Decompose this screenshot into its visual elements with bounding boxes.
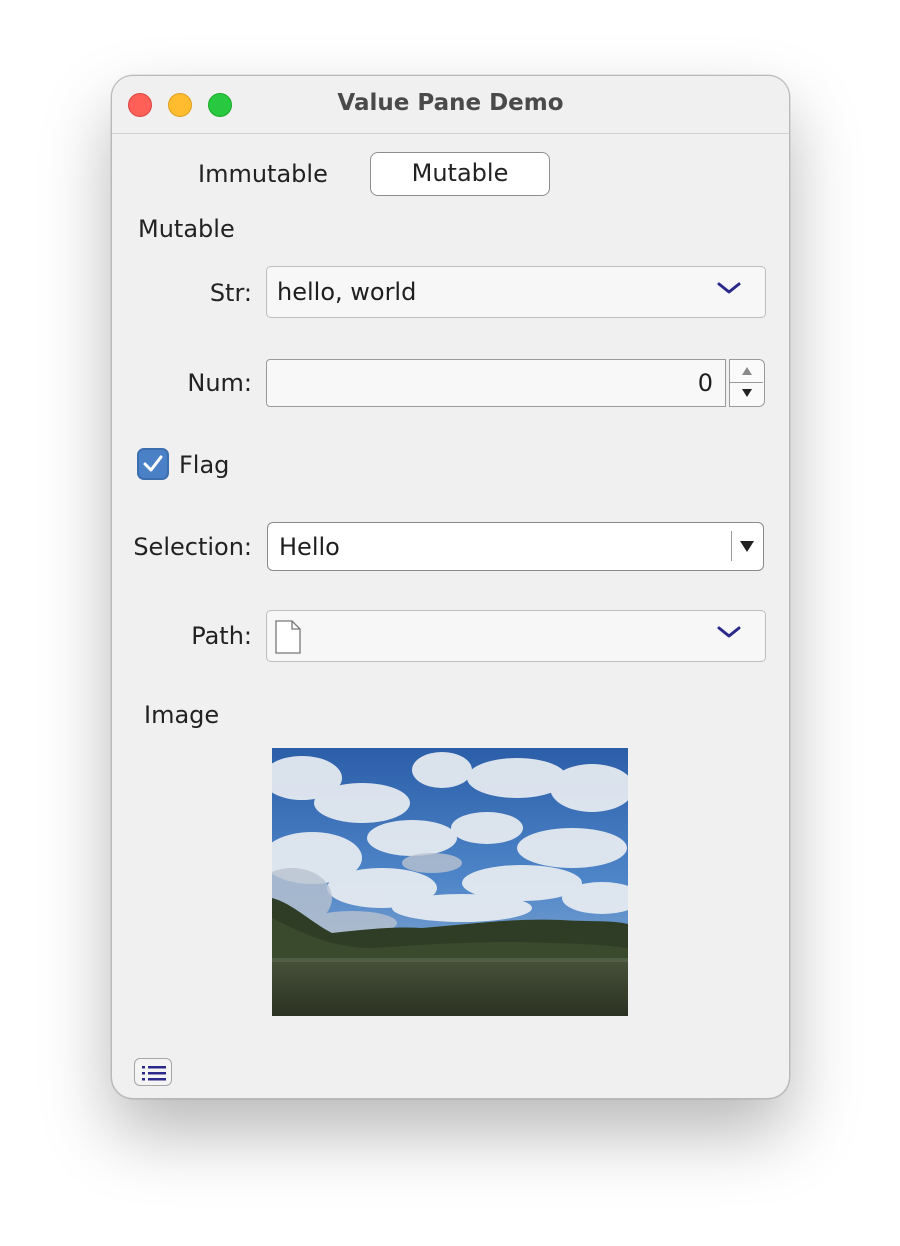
image-label: Image (144, 701, 220, 729)
str-combo-field[interactable]: hello, world (266, 266, 766, 318)
tab-mutable[interactable]: Mutable (370, 152, 550, 196)
app-window: Value Pane Demo Immutable Mutable Mutabl… (111, 75, 790, 1099)
tab-immutable[interactable]: Immutable (198, 160, 328, 188)
stepper-up-icon[interactable] (740, 365, 754, 377)
flag-label[interactable]: Flag (179, 451, 229, 479)
selection-value: Hello (279, 533, 340, 561)
num-value: 0 (697, 369, 713, 397)
landscape-photo (272, 748, 628, 1016)
file-icon (275, 620, 301, 654)
title-bar: Value Pane Demo (112, 76, 789, 134)
window-title: Value Pane Demo (337, 90, 564, 116)
num-label: Num: (187, 369, 252, 397)
checkmark-icon (143, 455, 163, 472)
path-combo-field[interactable] (266, 610, 766, 662)
list-view-button[interactable] (134, 1058, 172, 1086)
num-stepper[interactable] (729, 359, 765, 407)
list-icon (142, 1066, 166, 1081)
chevron-down-icon[interactable] (715, 623, 743, 641)
path-label: Path: (191, 622, 252, 650)
stepper-down-icon[interactable] (740, 387, 754, 399)
selection-dropdown[interactable]: Hello (267, 522, 764, 571)
str-value: hello, world (277, 278, 417, 306)
chevron-down-icon[interactable] (715, 279, 743, 297)
str-label: Str: (209, 279, 252, 307)
dropdown-arrow-icon[interactable] (738, 538, 756, 554)
num-input[interactable]: 0 (266, 359, 726, 407)
flag-checkbox[interactable] (137, 448, 169, 480)
selection-label: Selection: (133, 533, 252, 561)
section-title: Mutable (138, 215, 235, 243)
